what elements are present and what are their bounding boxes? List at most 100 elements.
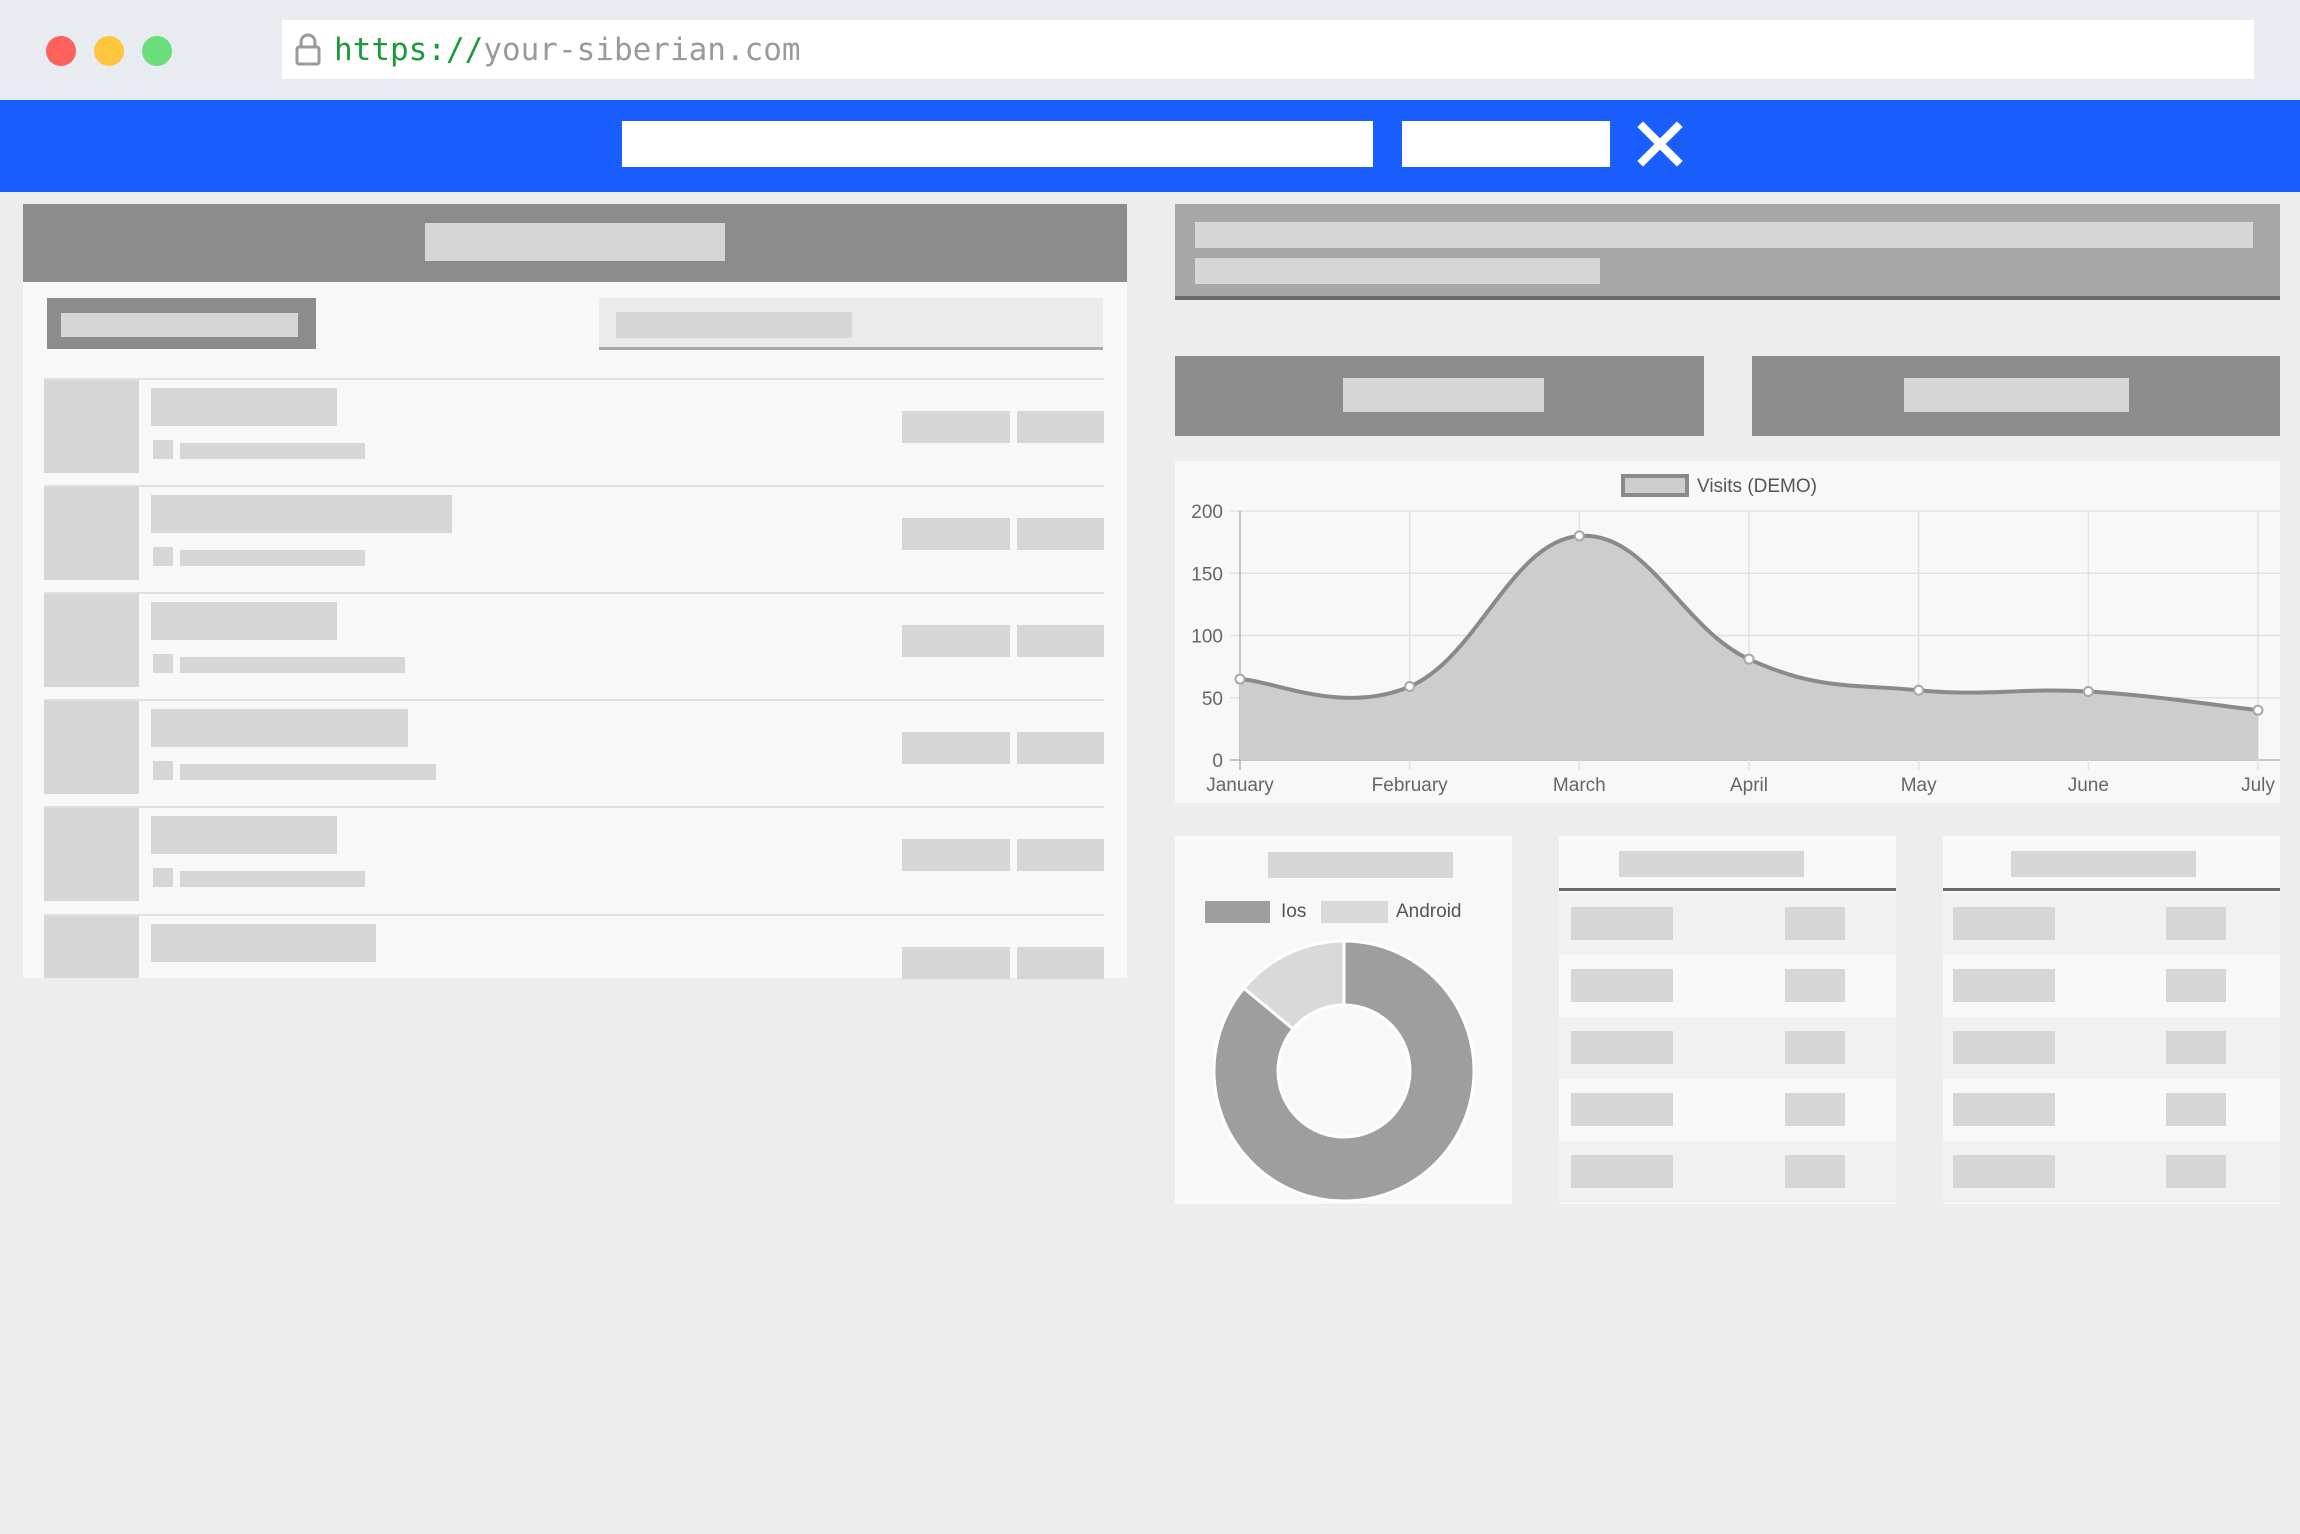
list-item-icon bbox=[153, 868, 173, 887]
list-item-icon bbox=[153, 761, 173, 780]
url-text: https://your-siberian.com bbox=[334, 30, 801, 70]
action-button-right-label bbox=[1904, 378, 2129, 412]
stats-table-cell-label bbox=[1953, 1093, 2055, 1126]
list-panel-title-placeholder bbox=[425, 223, 725, 261]
legend-label-android: Android bbox=[1396, 901, 1462, 922]
stats-table-cell-label bbox=[1571, 1093, 1673, 1126]
y-tick-label: 50 bbox=[1202, 689, 1223, 710]
data-point bbox=[1573, 530, 1585, 542]
info-header-box bbox=[1175, 204, 2280, 300]
list-item-icon bbox=[153, 440, 173, 459]
list-row-separator bbox=[44, 914, 1104, 916]
minimize-window-button[interactable] bbox=[94, 36, 124, 66]
data-point bbox=[1743, 653, 1755, 665]
info-header-line-1 bbox=[1195, 222, 2253, 248]
toolbar-input-primary[interactable] bbox=[622, 121, 1373, 167]
x-tick-label: January bbox=[1206, 775, 1274, 796]
stats-table-cell-value bbox=[2166, 1093, 2226, 1126]
stats-table-cell-value bbox=[2166, 1031, 2226, 1064]
data-point bbox=[2252, 704, 2264, 716]
list-item-action-button[interactable] bbox=[902, 732, 1010, 764]
donut-card-title-placeholder bbox=[1268, 852, 1453, 878]
stats-table-header-rule bbox=[1943, 888, 2280, 891]
data-point bbox=[1404, 681, 1416, 693]
stats-table-title-placeholder bbox=[2011, 851, 2196, 877]
maximize-window-button[interactable] bbox=[142, 36, 172, 66]
list-item-title bbox=[151, 816, 337, 854]
list-item-title bbox=[151, 495, 452, 533]
platform-donut-chart bbox=[1213, 940, 1475, 1202]
list-search-placeholder bbox=[616, 312, 852, 338]
legend-label-ios: Ios bbox=[1281, 901, 1307, 922]
list-item-subtitle bbox=[180, 764, 436, 780]
list-item-secondary-button[interactable] bbox=[1017, 947, 1104, 979]
info-header-line-2 bbox=[1195, 258, 1600, 284]
list-item-title bbox=[151, 388, 337, 426]
list-item-thumbnail bbox=[44, 487, 139, 580]
url-host: your-siberian.com bbox=[483, 32, 801, 68]
x-tick-label: April bbox=[1730, 775, 1768, 796]
list-item-secondary-button[interactable] bbox=[1017, 839, 1104, 871]
stats-table-cell-label bbox=[1953, 1155, 2055, 1188]
list-item-thumbnail bbox=[44, 916, 139, 978]
stats-table-cell-value bbox=[2166, 969, 2226, 1002]
list-row-separator bbox=[44, 806, 1104, 808]
list-item-icon bbox=[153, 547, 173, 566]
list-item-subtitle bbox=[180, 443, 365, 459]
visits-line-chart: 0 50 100 150 200 January February March April May… bbox=[1191, 474, 2280, 796]
legend-swatch-ios bbox=[1205, 901, 1270, 923]
list-item-icon bbox=[153, 654, 173, 673]
list-item-title bbox=[151, 602, 337, 640]
y-tick-label: 200 bbox=[1191, 502, 1223, 523]
list-item-thumbnail bbox=[44, 701, 139, 794]
stats-table-title-placeholder bbox=[1619, 851, 1804, 877]
stats-table-cell-value bbox=[1785, 1155, 1845, 1188]
y-tick-label: 100 bbox=[1191, 627, 1223, 648]
list-item-thumbnail bbox=[44, 594, 139, 687]
list-item-thumbnail bbox=[44, 380, 139, 473]
data-point bbox=[2082, 686, 2094, 698]
legend-label: Visits (DEMO) bbox=[1697, 476, 1817, 497]
list-item-action-button[interactable] bbox=[902, 625, 1010, 657]
close-window-button[interactable] bbox=[46, 36, 76, 66]
list-item-title bbox=[151, 709, 408, 747]
stats-table-cell-label bbox=[1953, 969, 2055, 1002]
stats-table-cell-label bbox=[1571, 1031, 1673, 1064]
stats-table-cell-value bbox=[1785, 1031, 1845, 1064]
list-item-subtitle bbox=[180, 550, 365, 566]
stats-table-cell-value bbox=[1785, 969, 1845, 1002]
y-tick-label: 0 bbox=[1212, 751, 1223, 772]
url-protocol: https:// bbox=[334, 32, 484, 68]
list-item-secondary-button[interactable] bbox=[1017, 732, 1104, 764]
close-icon[interactable] bbox=[1635, 116, 1685, 172]
list-item-action-button[interactable] bbox=[902, 839, 1010, 871]
list-item-subtitle bbox=[180, 871, 365, 887]
stats-table-cell-label bbox=[1571, 907, 1673, 940]
stats-table-cell-label bbox=[1953, 1031, 2055, 1064]
list-item-secondary-button[interactable] bbox=[1017, 625, 1104, 657]
list-item-title bbox=[151, 924, 376, 962]
list-item-secondary-button[interactable] bbox=[1017, 518, 1104, 550]
lock-icon bbox=[295, 33, 321, 66]
data-point bbox=[1913, 684, 1925, 696]
list-item-secondary-button[interactable] bbox=[1017, 411, 1104, 443]
stats-table-cell-label bbox=[1571, 969, 1673, 1002]
list-row-separator bbox=[44, 592, 1104, 594]
data-point bbox=[1234, 673, 1246, 685]
x-tick-label: June bbox=[2068, 775, 2109, 796]
list-item-action-button[interactable] bbox=[902, 518, 1010, 550]
list-item-action-button[interactable] bbox=[902, 947, 1010, 979]
list-item-action-button[interactable] bbox=[902, 411, 1010, 443]
list-item-subtitle bbox=[180, 657, 405, 673]
stats-table-header-rule bbox=[1559, 888, 1896, 891]
list-row-separator bbox=[44, 378, 1104, 380]
x-tick-label: May bbox=[1901, 775, 1937, 796]
y-tick-label: 150 bbox=[1191, 564, 1223, 585]
list-action-button-label-placeholder bbox=[61, 313, 298, 337]
x-tick-label: July bbox=[2241, 775, 2275, 796]
action-button-left-label bbox=[1343, 378, 1544, 412]
stats-table-cell-label bbox=[1953, 907, 2055, 940]
toolbar-input-secondary[interactable] bbox=[1402, 121, 1610, 167]
legend-swatch-android bbox=[1321, 901, 1388, 923]
stats-table-cell-value bbox=[2166, 907, 2226, 940]
